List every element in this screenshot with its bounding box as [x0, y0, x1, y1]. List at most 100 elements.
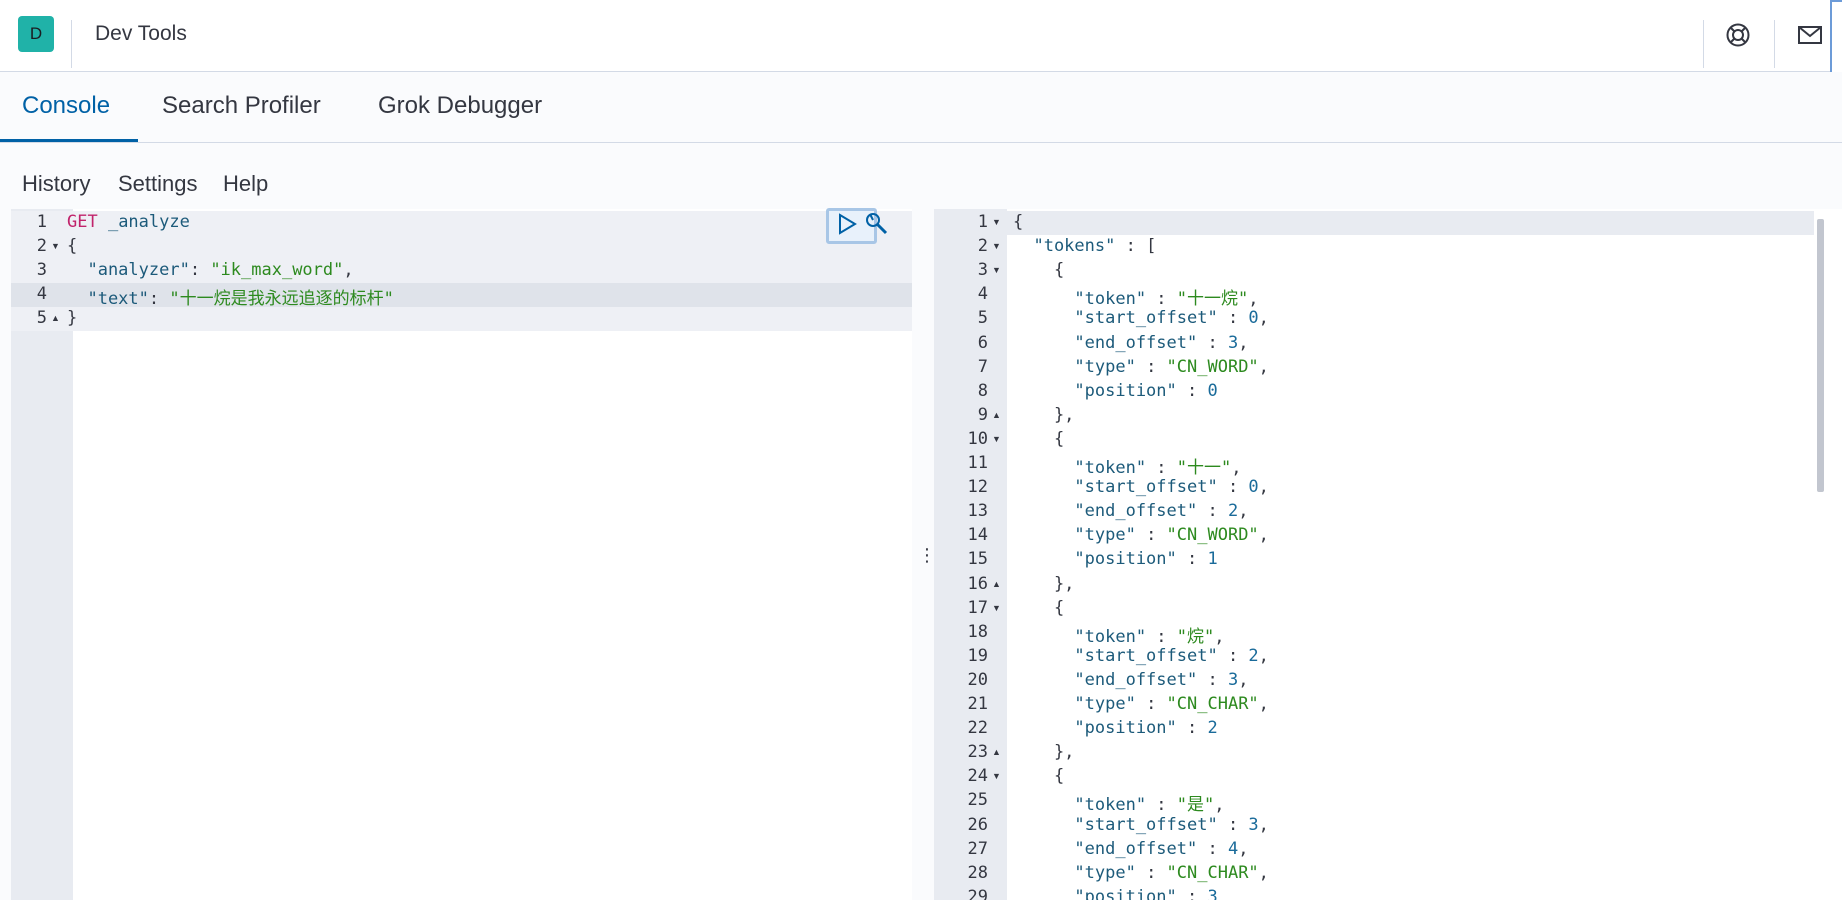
fold-open-icon[interactable]: ▼ [992, 603, 1001, 613]
code-line: GET _analyze [67, 212, 190, 232]
code-line: "type" : "CN_CHAR", [1013, 863, 1269, 883]
code-token: "烷" [1176, 626, 1215, 647]
play-icon[interactable] [837, 213, 857, 240]
code-token: : [1135, 356, 1167, 377]
code-token: , [1258, 356, 1269, 377]
code-token: 4 [1227, 838, 1239, 859]
code-token: : [1197, 332, 1228, 353]
code-token: , [1238, 501, 1249, 522]
pane-resizer[interactable]: ⋮ [918, 545, 936, 565]
code-token: "type" [1013, 525, 1136, 546]
code-token: , [1258, 645, 1269, 666]
mail-icon[interactable] [1797, 22, 1823, 48]
fold-close-icon[interactable]: ▲ [51, 313, 60, 323]
code-line: "end_offset" : 3, [1013, 333, 1248, 353]
tab-console[interactable]: Console [0, 72, 138, 142]
code-line: } [67, 308, 77, 328]
code-token: , [1214, 626, 1225, 647]
code-token: 3 [1227, 669, 1239, 690]
code-token: "十一烷" [1176, 289, 1249, 310]
request-editor[interactable]: 1 GET _analyze 2 ▼ {3 "analyzer": "ik_max_wo… [11, 209, 912, 900]
code-line: "start_offset" : 3, [1013, 815, 1269, 835]
code-line: "analyzer": "ik_max_word", [67, 260, 354, 281]
code-token: "end_offset" [1013, 838, 1198, 859]
fold-open-icon[interactable]: ▼ [992, 265, 1001, 275]
code-line: "type" : "CN_WORD", [1013, 525, 1269, 545]
code-token: "type" [1013, 862, 1136, 883]
code-token: , [1258, 862, 1269, 883]
code-token: "CN_WORD" [1166, 356, 1259, 377]
line-number: 7 [977, 356, 988, 377]
code-line: "token" : "十一烷", [1013, 284, 1258, 310]
code-token: 3 [1207, 886, 1218, 900]
line-number: 3 [36, 260, 47, 281]
code-token: , [343, 260, 354, 281]
code-token: }, [1013, 573, 1075, 594]
line-number: 5 [36, 308, 47, 329]
code-token: "analyzer" [67, 260, 190, 281]
help-button[interactable]: Help [223, 171, 268, 197]
code-line: "type" : "CN_CHAR", [1013, 694, 1269, 714]
line-number: 26 [967, 814, 988, 835]
code-token: , [1258, 814, 1269, 835]
code-token: "token" [1013, 626, 1147, 647]
code-line: "start_offset" : 0, [1013, 308, 1269, 328]
fold-close-icon[interactable]: ▲ [992, 410, 1001, 420]
header-separator [1703, 20, 1704, 68]
tab-search-profiler[interactable]: Search Profiler [140, 72, 343, 142]
header-separator [1774, 20, 1775, 68]
line-number: 18 [967, 621, 988, 642]
code-token: : [1135, 862, 1167, 883]
code-token: { [1013, 212, 1024, 232]
code-token: 2 [1227, 501, 1239, 522]
code-token: "CN_CHAR" [1166, 862, 1259, 883]
settings-button[interactable]: Settings [118, 171, 198, 197]
response-scrollbar[interactable] [1817, 219, 1824, 492]
code-line: "text": "十一烷是我永远追逐的标杆" [67, 284, 393, 310]
fold-open-icon[interactable]: ▼ [992, 434, 1001, 444]
space-avatar[interactable]: D [18, 16, 54, 52]
code-line: "position" : 2 [1013, 718, 1217, 738]
code-line: "end_offset" : 3, [1013, 670, 1248, 690]
code-token: 3 [1248, 814, 1259, 835]
code-token: _analyze [97, 212, 190, 232]
code-token: "start_offset" [1013, 308, 1218, 329]
line-number: 4 [36, 284, 47, 305]
code-token: , [1214, 795, 1225, 816]
code-token: "type" [1013, 356, 1136, 377]
line-number: 6 [977, 332, 988, 353]
code-token: : [1217, 477, 1249, 498]
fold-open-icon[interactable]: ▼ [992, 241, 1001, 251]
help-icon[interactable] [1725, 22, 1751, 48]
code-token: , [1238, 838, 1249, 859]
code-token: 0 [1248, 308, 1259, 329]
code-line: { [1013, 598, 1064, 618]
line-number: 17 [967, 597, 988, 618]
code-token: : [1176, 549, 1208, 570]
code-token: : [189, 260, 211, 281]
line-number: 21 [967, 694, 988, 714]
fold-open-icon[interactable]: ▼ [51, 241, 60, 251]
fold-open-icon[interactable]: ▼ [992, 217, 1001, 227]
fold-close-icon[interactable]: ▲ [992, 747, 1001, 757]
code-line: "position" : 0 [1013, 381, 1217, 401]
code-token: "text" [67, 289, 149, 310]
code-line: { [1013, 429, 1064, 449]
code-token: "CN_CHAR" [1166, 694, 1259, 714]
code-token: : [1197, 669, 1228, 690]
tab-grok-debugger[interactable]: Grok Debugger [356, 72, 564, 142]
code-line: { [1013, 212, 1023, 232]
line-number: 24 [967, 766, 988, 787]
code-token: , [1258, 694, 1269, 714]
line-number: 27 [967, 838, 988, 859]
fold-close-icon[interactable]: ▲ [992, 579, 1001, 589]
line-number: 29 [967, 886, 988, 900]
wrench-icon[interactable] [864, 211, 890, 242]
code-token: : [148, 289, 170, 310]
line-number: 19 [967, 645, 988, 666]
history-button[interactable]: History [22, 171, 90, 197]
line-number: 28 [967, 862, 988, 883]
line-number: 2 [977, 236, 988, 257]
fold-open-icon[interactable]: ▼ [992, 771, 1001, 781]
code-token: "CN_WORD" [1166, 525, 1259, 546]
